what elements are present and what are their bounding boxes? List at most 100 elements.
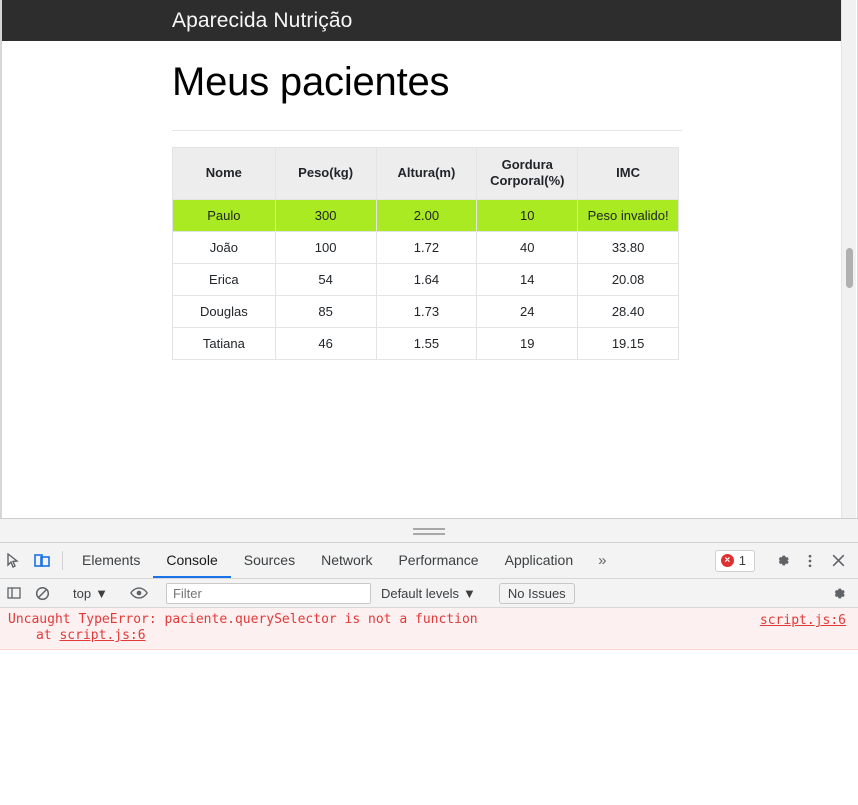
tab-console[interactable]: Console [153,543,231,578]
error-count-label: 1 [738,553,746,568]
cell-imc: 19.15 [577,326,679,360]
more-tabs-button[interactable]: » [586,543,618,578]
column-header-peso: Peso(kg) [274,147,377,200]
devtools-tabbar-actions: × 1 [714,543,858,578]
device-toolbar-button[interactable] [28,543,56,578]
cell-peso: 85 [274,294,377,328]
console-sidebar-icon [7,586,21,600]
console-log-levels-label: Default levels [380,585,459,601]
cell-nome: Erica [172,262,276,296]
column-header-gordura-line1: Gordura [501,157,553,172]
column-header-gordura-line2: Corporal(%) [490,173,565,189]
console-error-source-link[interactable]: script.js:6 [760,613,846,628]
cell-peso: 54 [274,262,377,296]
no-issues-button[interactable]: No Issues [498,582,575,604]
page-main-content: Meus pacientes Nome Peso(kg) Altura(m) G… [2,59,845,360]
patients-table: Nome Peso(kg) Altura(m) Gordura Corporal… [172,147,679,360]
page-scrollbar[interactable] [841,0,856,518]
console-context-label: top [73,585,92,601]
console-sidebar-button[interactable] [0,586,28,600]
console-output[interactable]: Uncaught TypeError: paciente.querySelect… [0,608,858,805]
devtools-panel: Elements Console Sources Network Perform… [0,518,858,805]
cell-peso: 100 [274,230,377,264]
cell-gordura: 14 [476,262,579,296]
cell-altura: 1.72 [375,230,478,264]
cell-nome: João [172,230,276,264]
patients-table-body: Paulo 300 2.00 10 Peso invalido! João 100 1.72 4… [172,198,679,360]
tabbar-divider [62,551,63,570]
devtools-settings-button[interactable] [768,552,796,569]
column-header-imc: IMC [577,147,679,200]
error-icon: × [720,554,734,567]
cell-peso: 300 [274,198,377,232]
console-filter-input[interactable] [165,582,371,604]
console-context-selector[interactable]: top ▼ [69,586,112,601]
console-error-stack-prefix: at [36,628,60,643]
cell-gordura: 40 [476,230,579,264]
devtools-more-options-button[interactable] [796,553,824,569]
table-row: Erica 54 1.64 14 20.08 [172,262,679,296]
cell-nome: Douglas [172,294,276,328]
site-navbar: Aparecida Nutrição [2,0,845,41]
chevron-down-icon: ▼ [463,585,476,601]
inspect-element-icon [6,552,22,569]
devtools-close-button[interactable] [824,552,852,569]
column-header-altura: Altura(m) [375,147,478,200]
tab-sources[interactable]: Sources [231,543,308,578]
cell-imc: 20.08 [577,262,679,296]
devtools-resize-handle[interactable] [0,519,858,543]
tab-performance[interactable]: Performance [385,543,491,578]
cell-nome: Tatiana [172,326,276,360]
more-options-icon [802,553,818,569]
tab-application[interactable]: Application [492,543,587,578]
navbar-brand[interactable]: Aparecida Nutrição [172,9,352,33]
table-header-row: Nome Peso(kg) Altura(m) Gordura Corporal… [172,147,679,200]
browser-page-viewport: Aparecida Nutrição Meus pacientes Nome P… [0,0,858,518]
cell-gordura: 19 [476,326,579,360]
table-row: Tatiana 46 1.55 19 19.15 [172,326,679,360]
table-row: Paulo 300 2.00 10 Peso invalido! [172,198,679,232]
console-log-levels-dropdown[interactable]: Default levels ▼ [371,586,486,601]
error-count-badge[interactable]: × 1 [714,549,755,572]
cell-peso: 46 [274,326,377,360]
cell-altura: 2.00 [375,198,478,232]
cell-imc: 28.40 [577,294,679,328]
console-filter-toolbar: top ▼ Default levels ▼ No Issues [0,579,858,608]
cell-altura: 1.64 [375,262,478,296]
title-divider [172,130,682,131]
column-header-nome: Nome [172,147,276,200]
console-error-stack-link[interactable]: script.js:6 [59,628,145,643]
resize-grip-icon[interactable] [413,528,445,538]
column-header-gordura-corporal: Gordura Corporal(%) [476,147,579,200]
page-content: Aparecida Nutrição Meus pacientes Nome P… [2,0,845,518]
filterbar-actions [811,585,858,602]
device-toolbar-icon [33,552,51,570]
live-expression-icon [130,586,148,600]
cell-nome: Paulo [172,198,276,232]
table-row: João 100 1.72 40 33.80 [172,230,679,264]
console-error-message[interactable]: Uncaught TypeError: paciente.querySelect… [0,608,858,650]
cell-altura: 1.55 [375,326,478,360]
gear-icon [774,552,791,569]
tab-network[interactable]: Network [308,543,385,578]
console-settings-button[interactable] [824,585,852,602]
console-error-text: Uncaught TypeError: paciente.querySelect… [8,612,478,627]
inspect-element-button[interactable] [0,543,28,578]
patients-table-head: Nome Peso(kg) Altura(m) Gordura Corporal… [172,147,679,200]
cell-gordura: 24 [476,294,579,328]
cell-imc: 33.80 [577,230,679,264]
console-error-stack: at script.js:6 [8,628,850,644]
chevron-down-icon: ▼ [95,585,108,601]
cell-imc: Peso invalido! [577,198,679,232]
clear-console-button[interactable] [28,586,56,601]
page-scrollbar-thumb[interactable] [846,248,853,288]
table-row: Douglas 85 1.73 24 28.40 [172,294,679,328]
page-title: Meus pacientes [172,60,450,104]
cell-altura: 1.73 [375,294,478,328]
live-expression-button[interactable] [125,586,153,600]
tab-elements[interactable]: Elements [69,543,153,578]
close-icon [830,552,847,569]
clear-console-icon [35,586,50,601]
cell-gordura: 10 [476,198,579,232]
devtools-tabbar: Elements Console Sources Network Perform… [0,543,858,579]
